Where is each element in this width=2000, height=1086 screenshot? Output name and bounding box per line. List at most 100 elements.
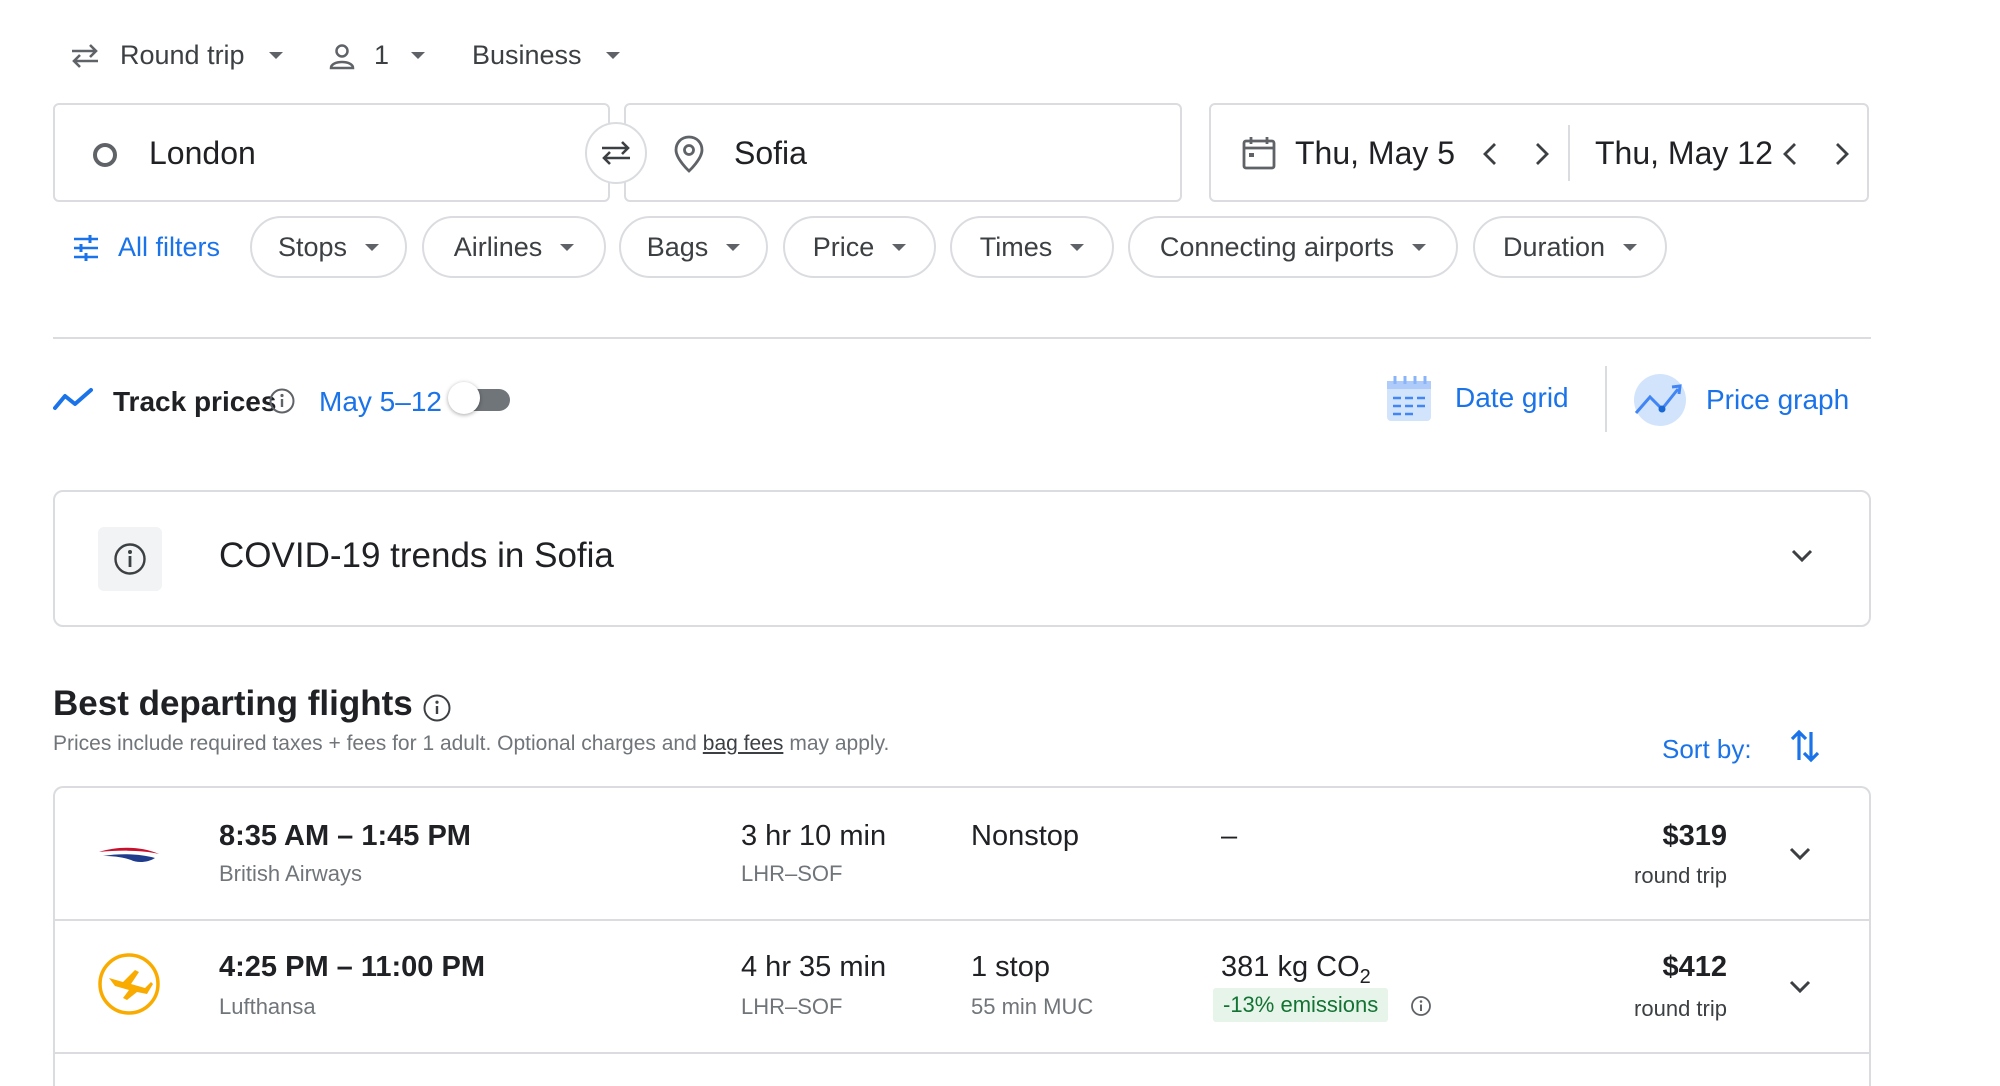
trip-type-select[interactable]: Round trip xyxy=(70,40,283,71)
track-prices-dates: May 5–12 xyxy=(319,386,442,417)
price-note: round trip xyxy=(1634,996,1727,1021)
stop-detail: 55 min MUC xyxy=(971,994,1094,1019)
airline-name: British Airways xyxy=(219,861,363,886)
chevron-down-icon xyxy=(726,243,741,251)
row-divider xyxy=(55,1052,1869,1054)
swap-arrows-icon xyxy=(70,43,100,69)
cabin-class-label: Business xyxy=(472,40,582,70)
price-graph-button[interactable]: Price graph xyxy=(1632,373,1849,427)
info-icon[interactable] xyxy=(422,693,452,723)
filter-chip-connecting-airports[interactable]: Connecting airports xyxy=(1128,216,1458,278)
filter-chip-times[interactable]: Times xyxy=(950,216,1114,278)
results-note: Prices include required taxes + fees for… xyxy=(53,732,889,756)
destination-field[interactable]: Sofia xyxy=(624,103,1182,202)
chevron-down-icon xyxy=(1412,243,1427,251)
chip-label: Price xyxy=(812,231,875,262)
flight-emissions: 381 kg CO2 xyxy=(1221,951,1371,989)
filter-chip-bags[interactable]: Bags xyxy=(619,216,768,278)
passengers-select[interactable]: 1 xyxy=(328,40,426,71)
flight-row[interactable]: 4:25 PM – 11:00 PM Lufthansa 4 hr 35 min… xyxy=(55,921,1869,1052)
sort-by-label[interactable]: Sort by: xyxy=(1662,734,1752,765)
flight-emissions: – xyxy=(1221,820,1238,852)
flight-stops: Nonstop xyxy=(971,820,1080,852)
chevron-down-icon xyxy=(411,52,426,59)
lufthansa-logo-icon xyxy=(97,952,161,1016)
divider xyxy=(1605,366,1607,432)
flight-times: 4:25 PM – 11:00 PM xyxy=(219,951,485,983)
flight-stops: 1 stop xyxy=(971,951,1050,983)
all-filters-button[interactable]: All filters xyxy=(72,232,220,263)
return-next-date-button[interactable] xyxy=(1833,141,1851,167)
results-note-text: Prices include required taxes + fees for… xyxy=(53,732,697,755)
depart-next-date-button[interactable] xyxy=(1533,141,1551,167)
trend-line-icon xyxy=(53,386,95,412)
emissions-value: 381 kg CO xyxy=(1221,951,1360,983)
return-date[interactable]: Thu, May 12 xyxy=(1595,135,1773,172)
flight-duration: 3 hr 10 min xyxy=(741,820,887,852)
date-grid-button[interactable]: Date grid xyxy=(1385,373,1569,423)
chevron-down-icon xyxy=(268,52,283,59)
chevron-down-icon xyxy=(365,243,380,251)
trip-type-label: Round trip xyxy=(120,40,245,70)
origin-input[interactable]: London xyxy=(149,135,256,172)
date-grid-label: Date grid xyxy=(1455,382,1569,413)
filter-chip-price[interactable]: Price xyxy=(783,216,936,278)
filter-sliders-icon xyxy=(72,234,100,262)
chip-label: Airlines xyxy=(453,231,543,262)
flight-route: LHR–SOF xyxy=(741,994,843,1019)
results-heading: Best departing flights xyxy=(53,684,413,723)
chip-label: Duration xyxy=(1502,231,1606,262)
info-icon[interactable] xyxy=(268,387,296,415)
bag-fees-link[interactable]: bag fees xyxy=(703,732,784,756)
date-divider xyxy=(1568,125,1570,181)
emissions-badge: -13% emissions xyxy=(1213,988,1389,1022)
chevron-down-icon xyxy=(1070,243,1085,251)
track-prices-label: Track prices xyxy=(113,386,277,417)
info-tile xyxy=(98,527,162,591)
location-pin-icon xyxy=(674,135,704,173)
chevron-down-icon[interactable] xyxy=(1790,548,1814,564)
divider xyxy=(53,337,1871,339)
flight-row[interactable]: 8:35 AM – 1:45 PM British Airways 3 hr 1… xyxy=(55,788,1869,919)
expand-chevron-icon[interactable] xyxy=(1788,846,1812,862)
filter-chip-duration[interactable]: Duration xyxy=(1473,216,1667,278)
price-note: round trip xyxy=(1634,863,1727,888)
price-graph-icon xyxy=(1632,373,1688,427)
cabin-class-select[interactable]: Business xyxy=(472,40,620,71)
destination-input[interactable]: Sofia xyxy=(734,135,807,172)
swap-locations-button[interactable] xyxy=(585,122,647,184)
airline-name: Lufthansa xyxy=(219,994,316,1019)
expand-chevron-icon[interactable] xyxy=(1788,979,1812,995)
info-icon[interactable] xyxy=(1410,995,1432,1017)
date-range-field[interactable]: Thu, May 5 Thu, May 12 xyxy=(1209,103,1869,202)
origin-field[interactable]: London xyxy=(53,103,610,202)
depart-prev-date-button[interactable] xyxy=(1481,141,1499,167)
covid-trends-card[interactable]: COVID-19 trends in Sofia xyxy=(53,490,1871,627)
chip-label: Stops xyxy=(277,231,348,262)
depart-date[interactable]: Thu, May 5 xyxy=(1295,135,1455,172)
chip-label: Connecting airports xyxy=(1159,231,1395,262)
price-graph-label: Price graph xyxy=(1706,384,1850,415)
filter-chip-stops[interactable]: Stops xyxy=(250,216,407,278)
track-prices-toggle[interactable] xyxy=(448,382,512,414)
british-airways-logo-icon xyxy=(97,844,161,866)
all-filters-label: All filters xyxy=(118,232,221,262)
flight-duration: 4 hr 35 min xyxy=(741,951,887,983)
chevron-down-icon xyxy=(1623,243,1638,251)
filter-chip-airlines[interactable]: Airlines xyxy=(422,216,606,278)
flight-route: LHR–SOF xyxy=(741,861,843,886)
chip-label: Bags xyxy=(646,231,709,262)
info-icon xyxy=(113,542,147,576)
covid-trends-title: COVID-19 trends in Sofia xyxy=(219,536,614,575)
flight-times: 8:35 AM – 1:45 PM xyxy=(219,820,471,852)
return-prev-date-button[interactable] xyxy=(1781,141,1799,167)
results-note-text-end: may apply. xyxy=(789,732,890,755)
date-grid-icon xyxy=(1385,373,1433,423)
emissions-subscript: 2 xyxy=(1359,965,1371,988)
flight-results-list: 8:35 AM – 1:45 PM British Airways 3 hr 1… xyxy=(53,786,1871,1086)
flight-price: $319 xyxy=(1662,820,1727,852)
chevron-down-icon xyxy=(560,243,575,251)
chip-label: Times xyxy=(979,231,1053,262)
sort-arrows-icon[interactable] xyxy=(1790,726,1820,766)
origin-circle-icon xyxy=(91,141,119,169)
